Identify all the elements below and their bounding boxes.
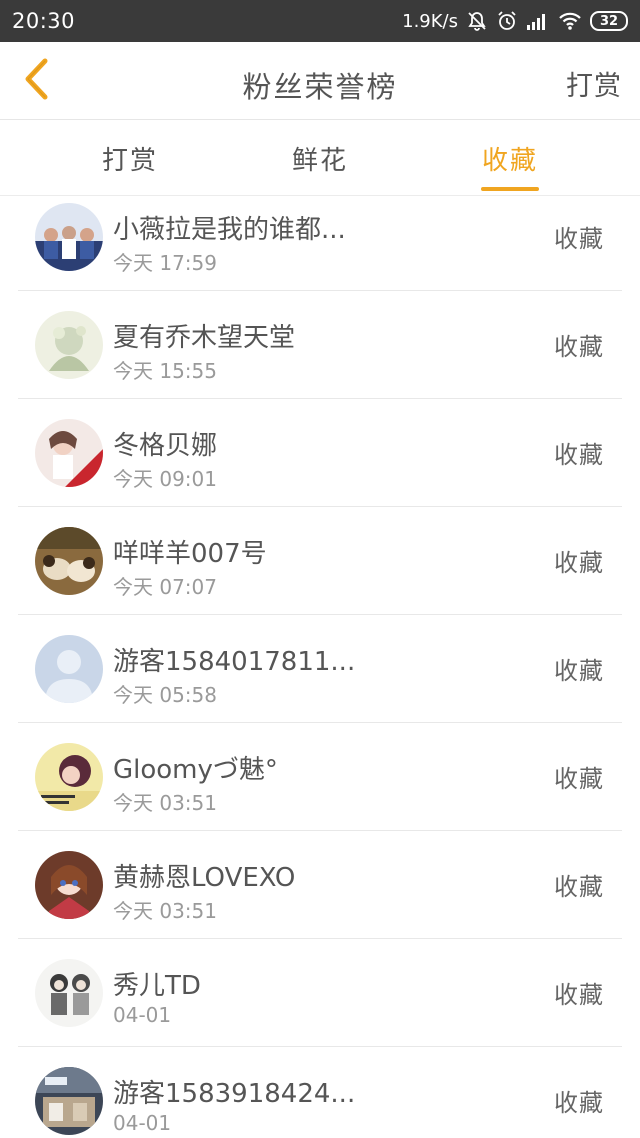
page-title: 粉丝荣誉榜: [242, 70, 398, 104]
user-name: Gloomyづ魅°: [113, 755, 278, 785]
alarm-icon: [496, 10, 518, 32]
active-tab-indicator: [481, 187, 539, 191]
timestamp: 04-01: [113, 1111, 172, 1135]
avatar[interactable]: [35, 311, 103, 379]
avatar[interactable]: [35, 959, 103, 1027]
list-item[interactable]: 秀儿TD 04-01 收藏: [18, 939, 622, 1047]
avatar[interactable]: [35, 527, 103, 595]
status-icons: 1.9K/s 32: [402, 10, 628, 32]
user-name: 咩咩羊007号: [113, 539, 267, 569]
tab-label: 打赏: [101, 146, 158, 176]
list-item[interactable]: 夏有乔木望天堂 今天 15:55 收藏: [18, 291, 622, 399]
nav-header: 粉丝荣誉榜 打赏: [0, 42, 640, 120]
battery-icon: 32: [590, 11, 628, 31]
favorite-label: 收藏: [554, 765, 604, 793]
timestamp: 04-01: [113, 1003, 172, 1027]
net-speed: 1.9K/s: [402, 10, 458, 32]
timestamp: 今天 09:01: [113, 467, 217, 491]
list-item[interactable]: 游客1584017811... 今天 05:58 收藏: [18, 615, 622, 723]
tab-bar: 打赏 鲜花 收藏: [0, 121, 640, 196]
favorite-label: 收藏: [554, 657, 604, 685]
avatar[interactable]: [35, 203, 103, 271]
avatar[interactable]: [35, 1067, 103, 1135]
status-bar: 20:30 1.9K/s 32: [0, 0, 640, 42]
list-item[interactable]: 黄赫恩LOVEXO 今天 03:51 收藏: [18, 831, 622, 939]
timestamp: 今天 03:51: [113, 791, 217, 815]
timestamp: 今天 07:07: [113, 575, 217, 599]
tab-label: 收藏: [481, 146, 538, 176]
favorite-label: 收藏: [554, 981, 604, 1009]
timestamp: 今天 15:55: [113, 359, 217, 383]
list-item[interactable]: 小薇拉是我的谁都... 今天 17:59 收藏: [18, 197, 622, 291]
wifi-icon: [558, 11, 582, 31]
favorite-label: 收藏: [554, 549, 604, 577]
user-name: 秀儿TD: [113, 971, 201, 1001]
avatar[interactable]: [35, 635, 103, 703]
favorite-label: 收藏: [554, 441, 604, 469]
tab-tip[interactable]: 打赏: [60, 121, 200, 196]
list-item[interactable]: Gloomyづ魅° 今天 03:51 收藏: [18, 723, 622, 831]
status-time: 20:30: [12, 9, 76, 33]
list-item[interactable]: 咩咩羊007号 今天 07:07 收藏: [18, 507, 622, 615]
tab-favorites[interactable]: 收藏: [440, 121, 580, 196]
favorite-label: 收藏: [554, 873, 604, 901]
list-item[interactable]: 游客1583918424... 04-01 收藏: [18, 1047, 622, 1138]
user-name: 冬格贝娜: [113, 431, 218, 461]
user-name: 游客1584017811...: [113, 647, 356, 677]
user-name: 小薇拉是我的谁都...: [113, 215, 346, 245]
user-name: 游客1583918424...: [113, 1079, 356, 1109]
tab-label: 鲜花: [291, 146, 348, 176]
avatar[interactable]: [35, 851, 103, 919]
tip-button[interactable]: 打赏: [566, 64, 622, 103]
favorite-label: 收藏: [554, 333, 604, 361]
signal-icon: [526, 11, 550, 31]
list-item[interactable]: 冬格贝娜 今天 09:01 收藏: [18, 399, 622, 507]
timestamp: 今天 03:51: [113, 899, 217, 923]
tab-flowers[interactable]: 鲜花: [250, 121, 390, 196]
avatar[interactable]: [35, 419, 103, 487]
favorite-label: 收藏: [554, 225, 604, 253]
favorite-label: 收藏: [554, 1089, 604, 1117]
avatar[interactable]: [35, 743, 103, 811]
fan-list[interactable]: 小薇拉是我的谁都... 今天 17:59 收藏 夏有乔木望天堂 今天 15:55…: [18, 197, 622, 1138]
timestamp: 今天 17:59: [113, 251, 217, 275]
user-name: 夏有乔木望天堂: [113, 323, 296, 353]
user-name: 黄赫恩LOVEXO: [113, 863, 296, 893]
mute-icon: [466, 10, 488, 32]
timestamp: 今天 05:58: [113, 683, 217, 707]
